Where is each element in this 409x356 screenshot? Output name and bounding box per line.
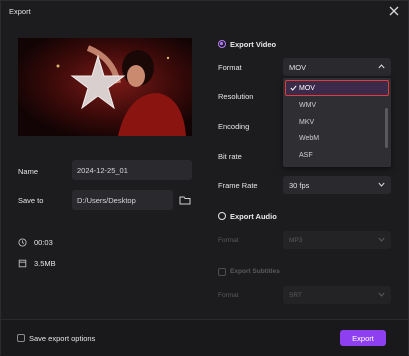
- chevron-down-icon: [378, 237, 385, 242]
- folder-icon[interactable]: [179, 194, 191, 206]
- format-option-mov[interactable]: MOV: [299, 85, 315, 92]
- checkmark-icon: [290, 85, 297, 91]
- clock-icon: [18, 238, 27, 247]
- subtitle-format-value: SRT: [289, 291, 302, 299]
- name-input[interactable]: 2024-12-25_01: [72, 160, 192, 180]
- title-bar: Export: [1, 1, 408, 21]
- save-to-label: Save to: [18, 196, 44, 205]
- bitrate-label: Bit rate: [218, 152, 242, 161]
- save-options-checkbox[interactable]: [17, 334, 25, 342]
- export-dialog: Export Name 2024-12-25_01 Save to D:/Use…: [0, 0, 409, 356]
- export-audio-radio[interactable]: [218, 212, 226, 220]
- format-option-mkv[interactable]: MKV: [299, 119, 314, 126]
- save-options-label: Save export options: [29, 334, 96, 343]
- export-subtitles-title: Export Subtitles: [230, 268, 280, 275]
- preview-image: [18, 38, 192, 136]
- audio-format-label: Format: [218, 237, 239, 244]
- file-size-value: 3.5MB: [34, 259, 56, 268]
- export-audio-title: Export Audio: [230, 212, 277, 221]
- encoding-label: Encoding: [218, 122, 250, 131]
- audio-format-select[interactable]: MP3: [283, 231, 391, 249]
- chevron-down-icon: [378, 182, 385, 187]
- format-value: MOV: [289, 62, 307, 72]
- resolution-label: Resolution: [218, 92, 254, 101]
- framerate-label: Frame Rate: [218, 181, 258, 190]
- save-path-input[interactable]: D:/Users/Desktop: [72, 190, 173, 210]
- format-label: Format: [218, 63, 242, 72]
- video-preview: [18, 38, 192, 136]
- close-icon[interactable]: [387, 4, 401, 18]
- chevron-up-icon: [378, 64, 385, 69]
- framerate-value: 30 fps: [289, 180, 310, 190]
- name-label: Name: [18, 167, 39, 176]
- export-subtitles-checkbox[interactable]: [218, 268, 226, 276]
- format-select[interactable]: MOV: [283, 58, 391, 76]
- audio-format-value: MP3: [289, 236, 303, 244]
- chevron-down-icon: [378, 292, 385, 297]
- subtitle-format-label: Format: [218, 292, 239, 299]
- subtitle-format-select[interactable]: SRT: [283, 286, 391, 304]
- format-option-webm[interactable]: WebM: [299, 135, 319, 142]
- dialog-title: Export: [9, 7, 31, 16]
- format-option-asf[interactable]: ASF: [299, 152, 313, 159]
- framerate-select[interactable]: 30 fps: [283, 176, 391, 194]
- export-button[interactable]: Export: [340, 330, 386, 346]
- duration-value: 00:03: [34, 238, 53, 247]
- export-video-radio[interactable]: [218, 40, 226, 48]
- dropdown-scrollbar[interactable]: [385, 108, 388, 148]
- format-dropdown: MOV WMV MKV WebM ASF: [283, 78, 391, 167]
- file-size-icon: [18, 259, 27, 268]
- format-option-wmv[interactable]: WMV: [299, 102, 316, 109]
- export-video-title: Export Video: [230, 40, 277, 49]
